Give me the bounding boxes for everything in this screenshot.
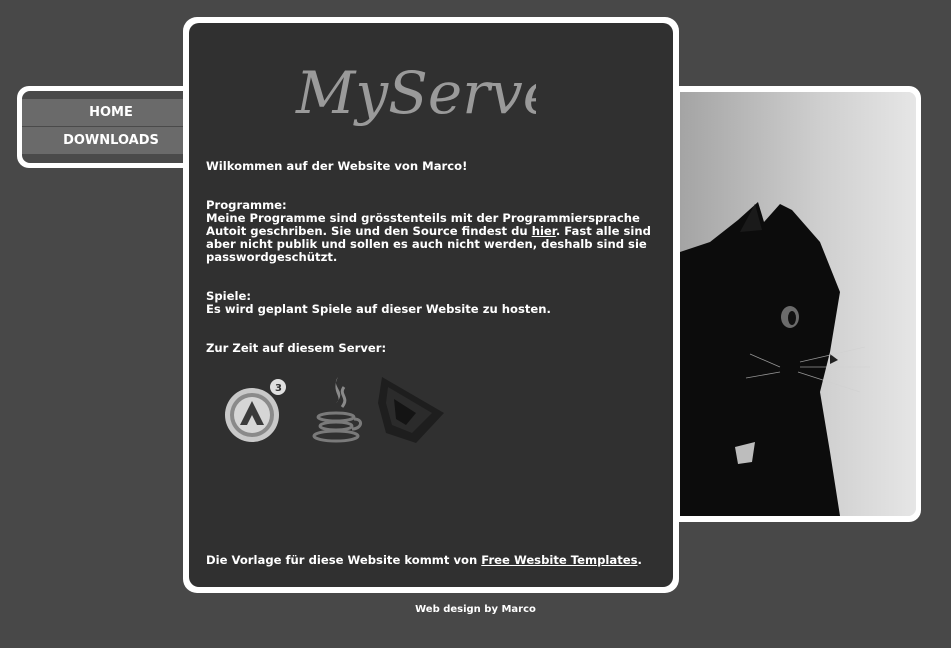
template-note: Die Vorlage für diese Website kommt von … — [206, 553, 642, 567]
java-icon — [312, 377, 362, 443]
template-note-text: Die Vorlage für diese Website kommt von — [206, 553, 482, 567]
autoit-icon: 3 — [225, 379, 286, 442]
spiele-text: Es wird geplant Spiele auf dieser Websit… — [206, 302, 551, 316]
nav-box: HOME DOWNLOADS — [17, 86, 197, 168]
server-heading: Zur Zeit auf diesem Server: — [206, 341, 387, 355]
nav-item-home[interactable]: HOME — [22, 99, 197, 126]
programme-hier-link[interactable]: hier — [532, 224, 556, 238]
free-website-templates-link[interactable]: Free Wesbite Templates — [481, 553, 637, 567]
svg-text:3: 3 — [275, 383, 282, 394]
logo-text: MyServer — [295, 59, 536, 127]
server-icons: 3 — [222, 373, 482, 453]
content-text: Wilkommen auf der Website von Marco! Pro… — [206, 160, 662, 355]
myserver-logo: MyServer — [295, 59, 536, 127]
cat-photo — [680, 92, 916, 516]
content-panel: MyServer Wilkommen auf der Website von M… — [183, 17, 679, 593]
photo-frame — [660, 86, 921, 522]
programme-paragraph: Meine Programme sind grösstenteils mit d… — [206, 212, 662, 264]
nav-item-downloads[interactable]: DOWNLOADS — [22, 127, 197, 154]
content-panel-inner: MyServer Wilkommen auf der Website von M… — [189, 23, 673, 587]
welcome-text: Wilkommen auf der Website von Marco! — [206, 159, 468, 173]
credit-footer: Web design by Marco — [415, 604, 536, 615]
nav-inner: HOME DOWNLOADS — [22, 91, 197, 163]
unity-icon — [378, 377, 444, 443]
template-note-end: . — [637, 553, 642, 567]
